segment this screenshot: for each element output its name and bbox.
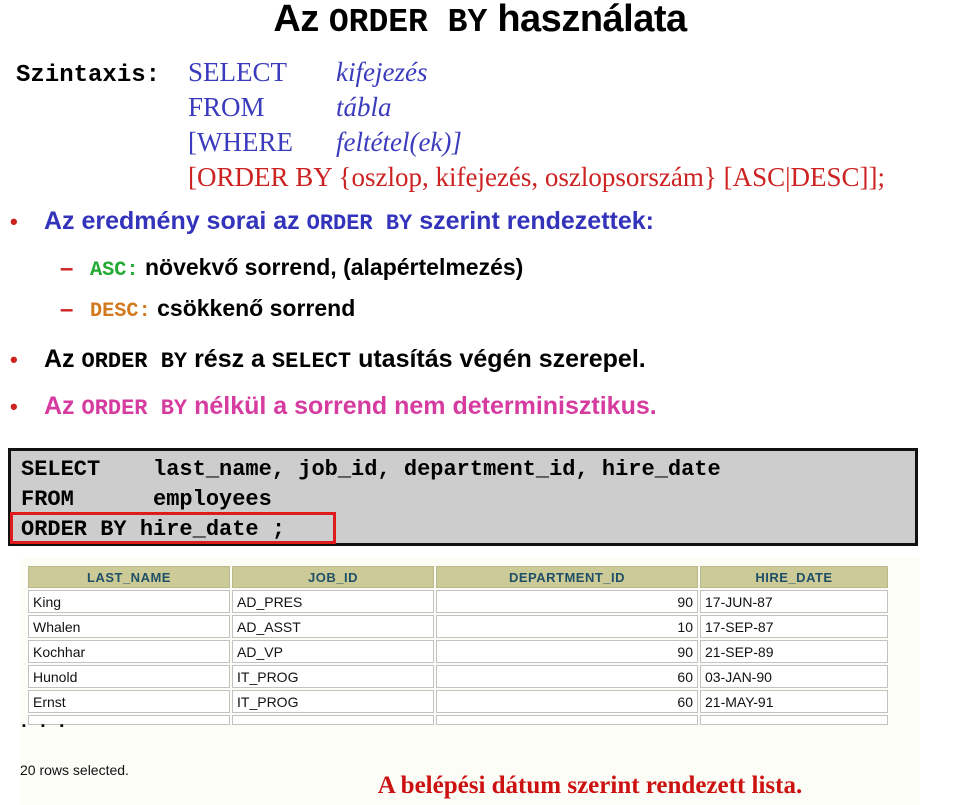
bullet-4-pre: Az	[44, 345, 82, 373]
bullet-5-post: nélkül a sorrend nem determinisztikus.	[187, 392, 657, 420]
bullet-4-keyword-orderby: ORDER BY	[81, 349, 188, 374]
bullet-item-orderby-position: • Az ORDER BY rész a SELECT utasítás végé…	[10, 345, 646, 374]
cell-department-id: 10	[436, 615, 698, 638]
cell-hire-date: 17-JUN-87	[700, 590, 888, 613]
cell-job-id: IT_PROG	[232, 690, 434, 713]
orderby-highlight-box	[10, 512, 336, 544]
syntax-orderby-italic: oszlop, kifejezés, oszlopsorszám	[351, 162, 704, 192]
syntax-block: Szintaxis: SELECT kifejezés FROM tábla [WHE…	[16, 55, 946, 195]
cell-department-id: 60	[436, 665, 698, 688]
syntax-value-select: kifejezés	[336, 57, 428, 87]
table-row: Whalen AD_ASST 10 17-SEP-87	[28, 615, 888, 638]
cell-hire-date: 17-SEP-87	[700, 615, 888, 638]
cell-hire-date: 21-SEP-89	[700, 640, 888, 663]
bullet-item-result-rows: • Az eredmény sorai az ORDER BY szerint r…	[10, 207, 654, 236]
syntax-keyword-where: [WHERE	[188, 127, 293, 157]
syntax-label: Szintaxis:	[16, 62, 161, 89]
syntax-line-select: Szintaxis: SELECT kifejezés	[16, 55, 946, 90]
syntax-line-where: [WHERE feltétel(ek)]	[16, 125, 946, 160]
column-header-last-name: LAST_NAME	[28, 566, 230, 588]
cell-department-id: 90	[436, 640, 698, 663]
syntax-value-where: feltétel(ek)]	[336, 127, 462, 157]
cell-empty	[436, 715, 698, 725]
table-row: Hunold IT_PROG 60 03-JAN-90	[28, 665, 888, 688]
cell-last-name: Ernst	[28, 690, 230, 713]
cell-last-name: King	[28, 590, 230, 613]
sql-code-line-select: SELECT last_name, job_id, department_id,…	[21, 457, 721, 482]
column-header-job-id: JOB_ID	[232, 566, 434, 588]
page-title-part2: használata	[487, 0, 687, 40]
bullet-dot-icon: •	[10, 209, 18, 235]
bullet-1-keyword: ORDER BY	[306, 211, 413, 236]
bullet-1-pre: Az eredmény sorai az	[44, 207, 307, 235]
cell-job-id: AD_ASST	[232, 615, 434, 638]
bullet-item-nondeterministic: • Az ORDER BY nélkül a sorrend nem determ…	[10, 392, 657, 421]
bullet-1-post: szerint rendezettek:	[412, 207, 654, 235]
bullet-dot-icon: •	[10, 347, 18, 373]
cell-job-id: AD_PRES	[232, 590, 434, 613]
bullet-4-keyword-select: SELECT	[271, 349, 352, 374]
syntax-value-from: tábla	[336, 92, 392, 122]
bullet-item-desc: – DESC: csökkenő sorrend	[60, 295, 355, 324]
bullet-3-text: csökkenő sorrend	[150, 295, 356, 321]
cell-last-name: Hunold	[28, 665, 230, 688]
table-row: Ernst IT_PROG 60 21-MAY-91	[28, 690, 888, 713]
bullet-4-mid: rész a	[187, 345, 272, 373]
table-header-row: LAST_NAME JOB_ID DEPARTMENT_ID HIRE_DATE	[28, 566, 888, 588]
page-title-part1: Az	[273, 0, 329, 40]
table-row-truncated	[28, 715, 888, 725]
cell-empty	[700, 715, 888, 725]
bullet-item-asc: – ASC: növekvő sorrend, (alapértelmezés)	[60, 254, 523, 283]
syntax-line-orderby: [ORDER BY {oszlop, kifejezés, oszlopsors…	[16, 160, 946, 195]
query-result-panel: LAST_NAME JOB_ID DEPARTMENT_ID HIRE_DATE…	[20, 558, 920, 805]
cell-empty	[232, 715, 434, 725]
cell-department-id: 90	[436, 590, 698, 613]
syntax-orderby-suffix: } [ASC|DESC]];	[703, 162, 886, 192]
syntax-keyword-from: FROM	[188, 92, 265, 122]
bullet-2-keyword: ASC:	[90, 259, 139, 282]
bullet-3-keyword: DESC:	[90, 300, 151, 323]
syntax-line-from: FROM tábla	[16, 90, 946, 125]
table-row: King AD_PRES 90 17-JUN-87	[28, 590, 888, 613]
bullet-dash-icon: –	[60, 295, 74, 323]
cell-job-id: AD_VP	[232, 640, 434, 663]
result-table: LAST_NAME JOB_ID DEPARTMENT_ID HIRE_DATE…	[26, 564, 890, 727]
bullet-2-text: növekvő sorrend, (alapértelmezés)	[138, 254, 524, 280]
bullet-5-pre: Az	[44, 392, 82, 420]
cell-job-id: IT_PROG	[232, 665, 434, 688]
cell-last-name: Kochhar	[28, 640, 230, 663]
bullet-dot-icon: •	[10, 394, 18, 420]
truncation-ellipsis-icon: ▪ ▪ ▪	[22, 720, 70, 732]
cell-hire-date: 03-JAN-90	[700, 665, 888, 688]
bullet-dash-icon: –	[60, 254, 74, 282]
sql-code-box: SELECT last_name, job_id, department_id,…	[8, 448, 918, 546]
cell-hire-date: 21-MAY-91	[700, 690, 888, 713]
slide-caption: A belépési dátum szerint rendezett lista…	[377, 772, 803, 799]
bullet-4-post: utasítás végén szerepel.	[351, 345, 646, 373]
cell-last-name: Whalen	[28, 615, 230, 638]
column-header-hire-date: HIRE_DATE	[700, 566, 888, 588]
sql-code-line-from: FROM employees	[21, 487, 272, 512]
syntax-orderby-prefix: [ORDER BY {	[188, 162, 352, 192]
table-row: Kochhar AD_VP 90 21-SEP-89	[28, 640, 888, 663]
page-title-keyword: ORDER BY	[328, 4, 488, 41]
cell-department-id: 60	[436, 690, 698, 713]
page-title: Az ORDER BY használata	[0, 0, 960, 41]
bullet-5-keyword: ORDER BY	[81, 396, 188, 421]
syntax-keyword-select: SELECT	[188, 57, 287, 87]
column-header-department-id: DEPARTMENT_ID	[436, 566, 698, 588]
